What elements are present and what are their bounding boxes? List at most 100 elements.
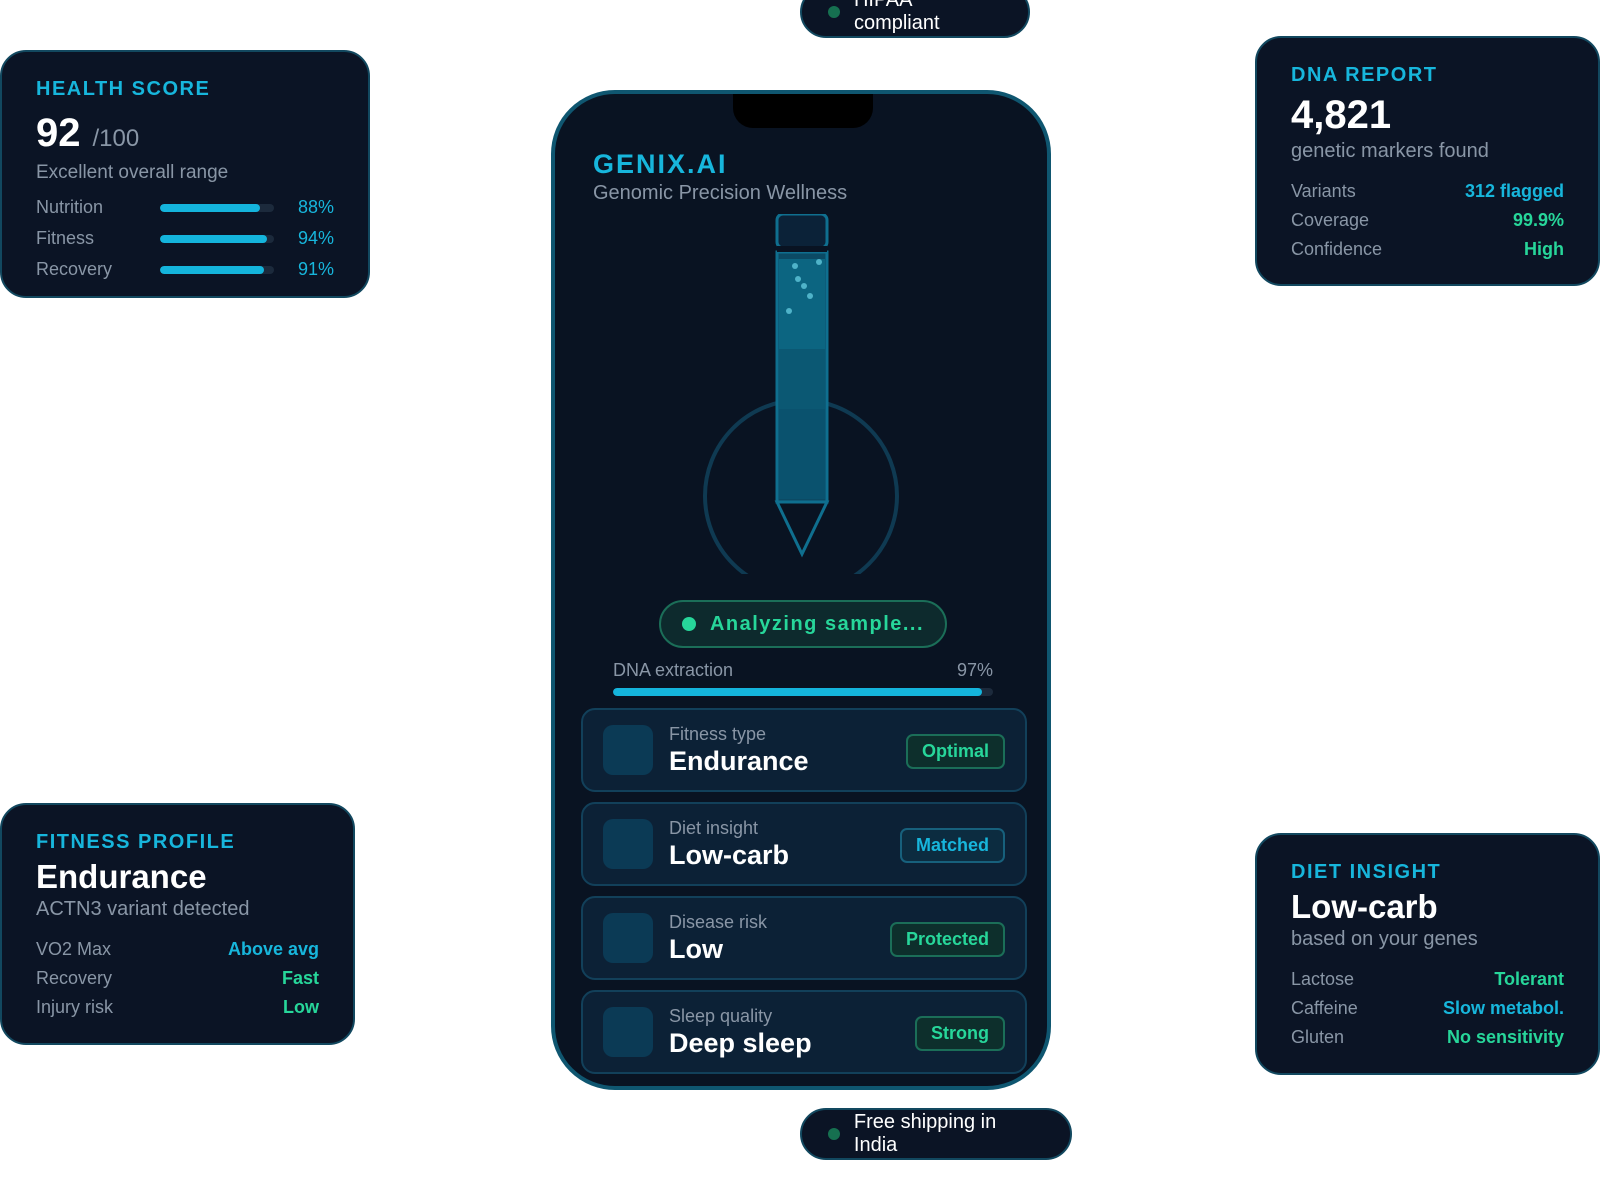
extraction-progress-fill xyxy=(613,688,982,696)
dna-report-rows: Variants 312 flagged Coverage 99.9% Conf… xyxy=(1291,177,1564,264)
fitness-row-recovery: Recovery Fast xyxy=(36,964,319,993)
diet-insight-value: Low-carb xyxy=(1291,888,1438,925)
insight-badge: Protected xyxy=(889,922,1005,957)
row-key: Variants xyxy=(1291,181,1356,201)
metric-label: Nutrition xyxy=(36,197,104,217)
insight-badge: Optimal xyxy=(905,734,1005,769)
diet-insight-title: DIET INSIGHT xyxy=(1291,861,1442,883)
health-score-value: 92 xyxy=(36,111,81,155)
fitness-row-vo2: VO2 Max Above avg xyxy=(36,935,319,964)
fitness-profile-value: Endurance xyxy=(36,858,207,895)
insight-value: Low xyxy=(669,934,723,964)
app-header: GENIX.AI Genomic Precision Wellness xyxy=(593,149,847,205)
health-score-card: HEALTH SCORE 92 /100 Excellent overall r… xyxy=(0,50,370,298)
row-key: Coverage xyxy=(1291,210,1370,230)
test-tube-icon xyxy=(703,214,899,574)
health-score-title: HEALTH SCORE xyxy=(36,78,211,100)
row-value: High xyxy=(1524,239,1564,259)
insight-card-fitness[interactable]: Fitness type Endurance Optimal xyxy=(581,708,1027,792)
dna-row-coverage: Coverage 99.9% xyxy=(1291,206,1564,235)
diet-row-lactose: Lactose Tolerant xyxy=(1291,965,1564,994)
insight-icon xyxy=(603,819,653,869)
row-value: 312 flagged xyxy=(1464,181,1564,201)
fitness-profile-title: FITNESS PROFILE xyxy=(36,831,236,853)
metric-bar xyxy=(160,203,274,212)
progress-label: DNA extraction xyxy=(613,660,734,680)
health-score-row: 92 /100 xyxy=(36,111,334,156)
dna-row-variants: Variants 312 flagged xyxy=(1291,177,1564,206)
row-key: Lactose xyxy=(1291,969,1355,989)
row-value: No sensitivity xyxy=(1446,1027,1564,1047)
metric-row-nutrition: Nutrition 88% xyxy=(36,192,334,223)
status-dot-icon xyxy=(828,6,840,18)
fitness-profile-rows: VO2 Max Above avg Recovery Fast Injury r… xyxy=(36,935,319,1022)
metric-value: 91% xyxy=(297,259,334,279)
diet-insight-subtitle: based on your genes xyxy=(1291,928,1478,950)
app-tagline: Genomic Precision Wellness xyxy=(593,182,848,204)
dna-marker-count: 4,821 xyxy=(1291,93,1392,137)
insight-icon xyxy=(603,1007,653,1057)
row-value: Fast xyxy=(281,968,319,988)
row-value: Above avg xyxy=(227,939,319,959)
extraction-progress-header: DNA extraction 97% xyxy=(613,660,993,681)
metric-bar-fill xyxy=(160,203,261,212)
fitness-profile-subtitle: ACTN3 variant detected xyxy=(36,898,250,920)
insight-card-sleep[interactable]: Sleep quality Deep sleep Strong xyxy=(581,990,1027,1074)
row-value: Low xyxy=(283,997,319,1017)
hipaa-badge-label: HIPAA compliant xyxy=(853,0,940,34)
app-brand: GENIX.AI xyxy=(593,149,728,179)
diet-insight-rows: Lactose Tolerant Caffeine Slow metabol. … xyxy=(1291,965,1564,1052)
status-dot-icon xyxy=(828,1128,840,1140)
row-key: VO2 Max xyxy=(36,939,112,959)
diet-row-caffeine: Caffeine Slow metabol. xyxy=(1291,994,1564,1023)
metric-value: 94% xyxy=(297,228,334,248)
page: HEALTH SCORE 92 /100 Excellent overall r… xyxy=(0,0,1600,1200)
insight-icon xyxy=(603,725,653,775)
phone-mockup: GENIX.AI Genomic Precision Wellness Anal… xyxy=(551,90,1051,1090)
dna-row-confidence: Confidence High xyxy=(1291,235,1564,264)
insight-label: Fitness type xyxy=(669,724,767,744)
metric-row-fitness: Fitness 94% xyxy=(36,223,334,254)
dna-report-subtitle: genetic markers found xyxy=(1291,140,1489,162)
shipping-badge: Free shipping in India xyxy=(800,1108,1072,1160)
diet-row-gluten: Gluten No sensitivity xyxy=(1291,1023,1564,1052)
progress-value: 97% xyxy=(956,660,993,680)
metric-row-recovery: Recovery 91% xyxy=(36,254,334,285)
dna-report-card: DNA REPORT 4,821 genetic markers found V… xyxy=(1255,36,1600,286)
phone-notch xyxy=(733,94,873,128)
row-key: Confidence xyxy=(1291,239,1383,259)
row-key: Caffeine xyxy=(1291,998,1358,1018)
insight-badge: Strong xyxy=(915,1016,1005,1051)
insight-card-disease[interactable]: Disease risk Low Protected xyxy=(581,896,1027,980)
metric-value: 88% xyxy=(297,197,334,217)
row-key: Injury risk xyxy=(36,997,114,1017)
health-score-max: /100 xyxy=(92,125,140,152)
dna-report-title: DNA REPORT xyxy=(1291,64,1438,86)
insight-value: Low-carb xyxy=(669,840,790,870)
analysis-status-label: Analyzing sample... xyxy=(709,612,925,635)
analysis-status: Analyzing sample... xyxy=(659,600,947,648)
health-metrics: Nutrition 88% Fitness 94% Recovery 91% xyxy=(36,192,334,285)
row-value: 99.9% xyxy=(1512,210,1564,230)
row-value: Tolerant xyxy=(1494,969,1564,989)
extraction-progress-bar xyxy=(613,688,993,696)
insight-label: Disease risk xyxy=(669,912,768,932)
insight-card-diet[interactable]: Diet insight Low-carb Matched xyxy=(581,802,1027,886)
row-value: Slow metabol. xyxy=(1442,998,1564,1018)
metric-label: Fitness xyxy=(36,228,95,248)
metric-bar-fill xyxy=(160,234,268,243)
diet-insight-card: DIET INSIGHT Low-carb based on your gene… xyxy=(1255,833,1600,1075)
hipaa-badge: HIPAA compliant xyxy=(800,0,1030,38)
insight-icon xyxy=(603,913,653,963)
metric-bar xyxy=(160,265,274,274)
metric-label: Recovery xyxy=(36,259,113,279)
shipping-badge-label: Free shipping in India xyxy=(853,1111,997,1156)
row-key: Recovery xyxy=(36,968,113,988)
status-dot-icon xyxy=(681,617,696,631)
insight-value: Endurance xyxy=(669,746,809,776)
insight-label: Diet insight xyxy=(669,818,759,838)
metric-bar-fill xyxy=(160,265,264,274)
metric-bar xyxy=(160,234,274,243)
fitness-profile-card: FITNESS PROFILE Endurance ACTN3 variant … xyxy=(0,803,355,1045)
row-key: Gluten xyxy=(1291,1027,1345,1047)
